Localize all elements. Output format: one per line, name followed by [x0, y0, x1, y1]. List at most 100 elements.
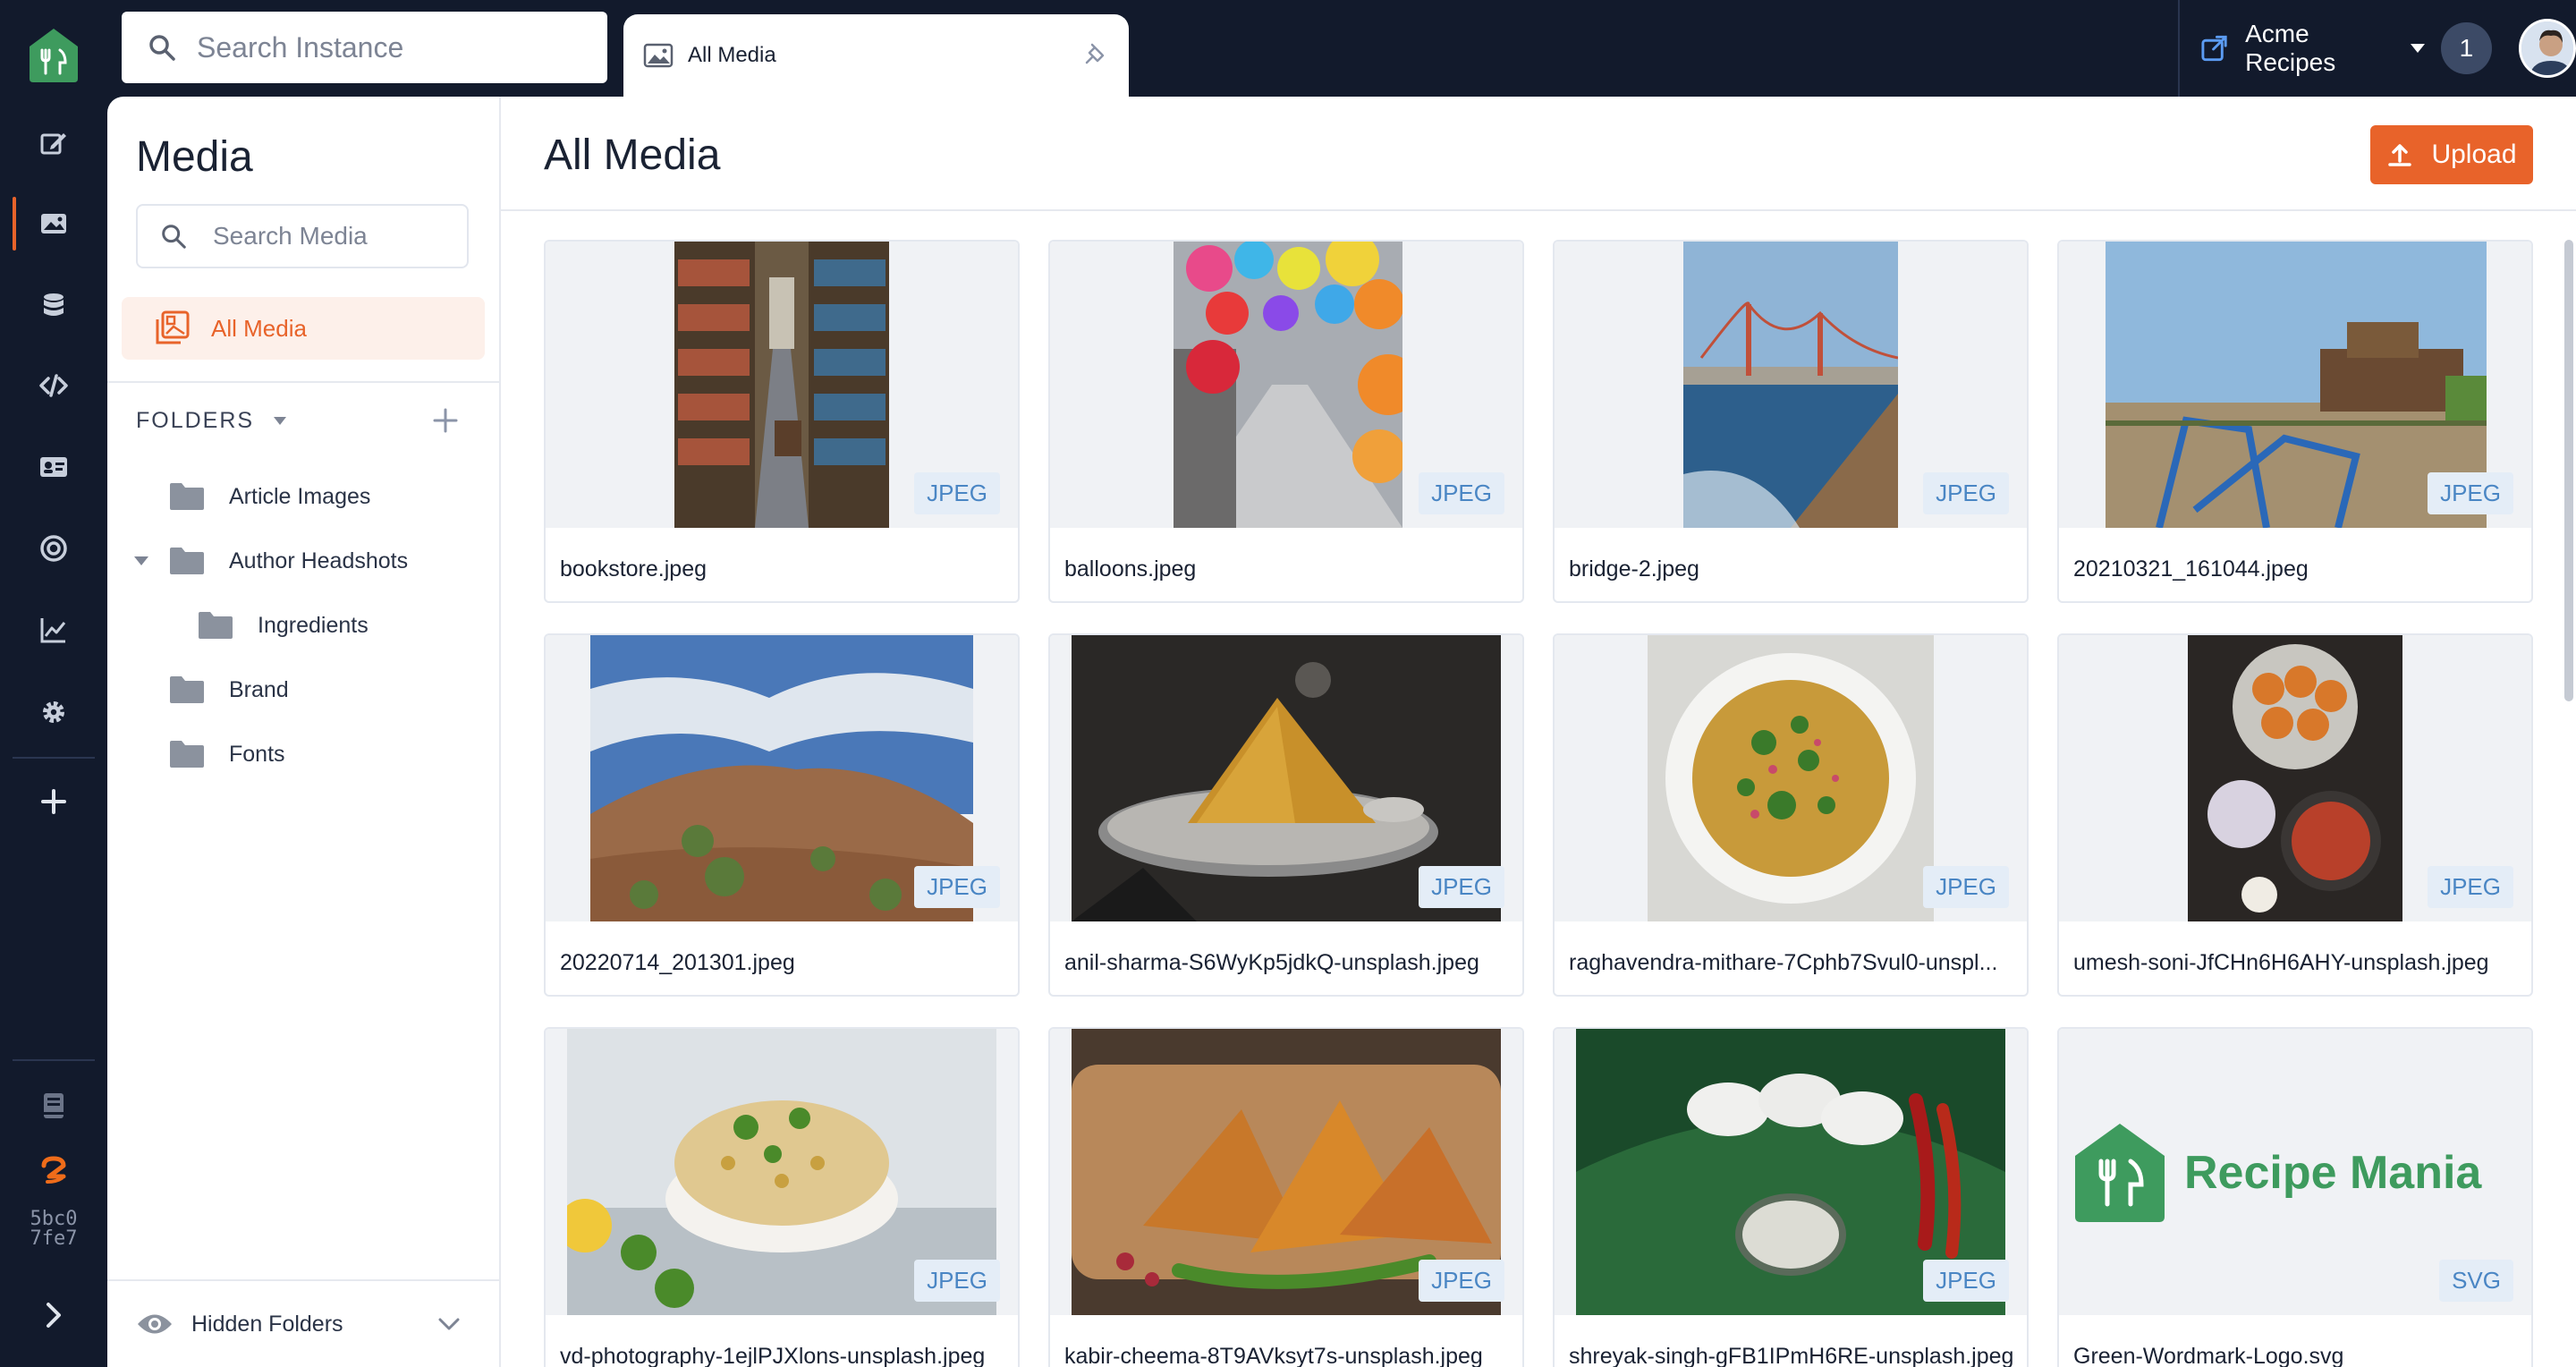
target-icon — [40, 535, 67, 562]
file-type-badge: JPEG — [914, 1260, 1000, 1302]
file-name: balloons.jpeg — [1064, 556, 1197, 582]
media-card[interactable]: JPEG raghavendra-mithare-7Cphb7Svul0-uns… — [1553, 633, 2029, 997]
media-card[interactable]: JPEG bridge-2.jpeg — [1553, 240, 2029, 603]
folder-label: Brand — [229, 676, 289, 702]
app-logo-icon[interactable] — [28, 27, 80, 84]
file-type-badge: SVG — [2439, 1260, 2513, 1302]
upload-label: Upload — [2431, 140, 2517, 169]
file-type-badge: JPEG — [2428, 472, 2513, 514]
file-type-badge: JPEG — [914, 472, 1000, 514]
folder-icon — [199, 612, 233, 639]
header-divider — [501, 209, 2576, 211]
media-scrollbar[interactable] — [2562, 240, 2576, 705]
file-name: umesh-soni-JfCHn6H6AHY-unsplash.jpeg — [2073, 950, 2489, 975]
bookstore-image-icon — [674, 242, 889, 528]
chevron-down-icon — [438, 1318, 460, 1330]
wordmark-logo: Recipe Mania — [2073, 1122, 2481, 1224]
upload-icon — [2388, 144, 2412, 166]
build-hash-line2: 7fe7 — [30, 1227, 78, 1250]
rail-settings[interactable] — [27, 685, 80, 739]
media-card[interactable]: JPEG shreyak-singh-gFB1IPmH6RE-unsplash.… — [1553, 1027, 2029, 1367]
media-search-box[interactable] — [136, 204, 469, 268]
search-icon — [149, 35, 175, 61]
folder-ingredients[interactable]: Ingredients — [197, 610, 369, 641]
media-card[interactable]: JPEG kabir-cheema-8T9AVksyt7s-unsplash.j… — [1048, 1027, 1524, 1367]
folders-heading[interactable]: FOLDERS — [136, 408, 287, 434]
rail-vendor[interactable] — [27, 1143, 80, 1197]
rail-media[interactable] — [27, 197, 80, 250]
rail-insights[interactable] — [27, 603, 80, 657]
wordmark-text: Recipe Mania — [2184, 1147, 2482, 1199]
chevron-right-icon[interactable] — [36, 1297, 72, 1333]
eye-icon — [138, 1314, 172, 1334]
rail-content-editor[interactable] — [27, 116, 80, 170]
instance-search-input[interactable] — [197, 30, 590, 64]
file-name: vd-photography-1ejlPJXlons-unsplash.jpeg — [560, 1344, 986, 1367]
file-type-badge: JPEG — [2428, 866, 2513, 908]
rail-users[interactable] — [27, 440, 80, 494]
folder-brand[interactable]: Brand — [168, 675, 289, 705]
upload-button[interactable]: Upload — [2370, 125, 2533, 184]
folder-label: Author Headshots — [229, 548, 409, 573]
notification-badge[interactable]: 1 — [2441, 22, 2492, 74]
folder-label: Ingredients — [258, 612, 369, 638]
instance-search-box[interactable] — [122, 12, 607, 83]
media-card[interactable]: JPEG umesh-soni-JfCHn6H6AHY-unsplash.jpe… — [2057, 633, 2533, 997]
file-name: raghavendra-mithare-7Cphb7Svul0-unspl... — [1569, 950, 1998, 975]
media-card[interactable]: Recipe Mania SVG Green-Wordmark-Logo.svg — [2057, 1027, 2533, 1367]
scrollbar-thumb[interactable] — [2564, 240, 2573, 701]
avatar-icon — [2521, 21, 2573, 75]
tab-all-media[interactable]: All Media — [623, 14, 1129, 97]
file-type-badge: JPEG — [1419, 472, 1504, 514]
media-card[interactable]: JPEG 20220714_201301.jpeg — [544, 633, 1020, 997]
pav-bhaji-image-icon — [2188, 635, 2402, 921]
rail-active-indicator — [13, 197, 16, 250]
sidebar-item-all-media[interactable]: All Media — [122, 297, 485, 360]
image-icon — [643, 43, 674, 68]
add-folder-icon[interactable] — [428, 403, 463, 438]
file-name: 20210321_161044.jpeg — [2073, 556, 2309, 582]
rail-docs[interactable] — [27, 1079, 80, 1133]
sidebar-divider — [107, 381, 501, 383]
media-card[interactable]: JPEG balloons.jpeg — [1048, 240, 1524, 603]
bridge-image-icon — [1683, 242, 1898, 528]
folder-fonts[interactable]: Fonts — [168, 739, 285, 769]
pin-icon[interactable] — [1082, 41, 1109, 68]
code-icon — [39, 374, 68, 397]
media-card[interactable]: JPEG vd-photography-1ejlPJXlons-unsplash… — [544, 1027, 1020, 1367]
chart-icon — [40, 618, 66, 643]
instance-switcher[interactable]: Acme Recipes — [2245, 20, 2426, 77]
media-card[interactable]: JPEG 20210321_161044.jpeg — [2057, 240, 2533, 603]
rail-add-app[interactable] — [27, 775, 80, 828]
media-search-input[interactable] — [213, 222, 463, 250]
build-hash: 5bc0 7fe7 — [25, 1210, 82, 1249]
folder-article-images[interactable]: Article Images — [168, 481, 370, 512]
rail-schema[interactable] — [27, 278, 80, 332]
file-type-badge: JPEG — [1923, 472, 2009, 514]
book-icon — [44, 1093, 64, 1118]
rail-api[interactable] — [27, 359, 80, 412]
instance-name: Acme Recipes — [2245, 20, 2336, 76]
image-icon — [41, 214, 66, 233]
id-card-icon — [40, 457, 67, 477]
gear-icon — [43, 701, 64, 723]
file-type-badge: JPEG — [1923, 866, 2009, 908]
rail-goals[interactable] — [27, 522, 80, 575]
user-avatar[interactable] — [2518, 19, 2576, 78]
file-name: bridge-2.jpeg — [1569, 556, 1699, 582]
gallery-icon — [156, 310, 190, 344]
file-type-badge: JPEG — [1923, 1260, 2009, 1302]
media-card[interactable]: JPEG bookstore.jpeg — [544, 240, 1020, 603]
folder-label: Article Images — [229, 483, 371, 509]
folder-author-headshots[interactable]: Author Headshots — [134, 546, 409, 576]
file-name: bookstore.jpeg — [560, 556, 708, 582]
file-name: kabir-cheema-8T9AVksyt7s-unsplash.jpeg — [1064, 1344, 1483, 1367]
folder-label: Fonts — [229, 741, 285, 767]
external-link-icon[interactable] — [2199, 33, 2229, 64]
balloons-image-icon — [1174, 242, 1402, 528]
media-card[interactable]: JPEG anil-sharma-S6WyKp5jdkQ-unsplash.jp… — [1048, 633, 1524, 997]
hidden-folders-toggle[interactable]: Hidden Folders — [107, 1279, 499, 1367]
caret-down-icon[interactable] — [134, 556, 148, 565]
folder-icon — [170, 676, 204, 703]
caret-down-icon — [274, 417, 287, 425]
